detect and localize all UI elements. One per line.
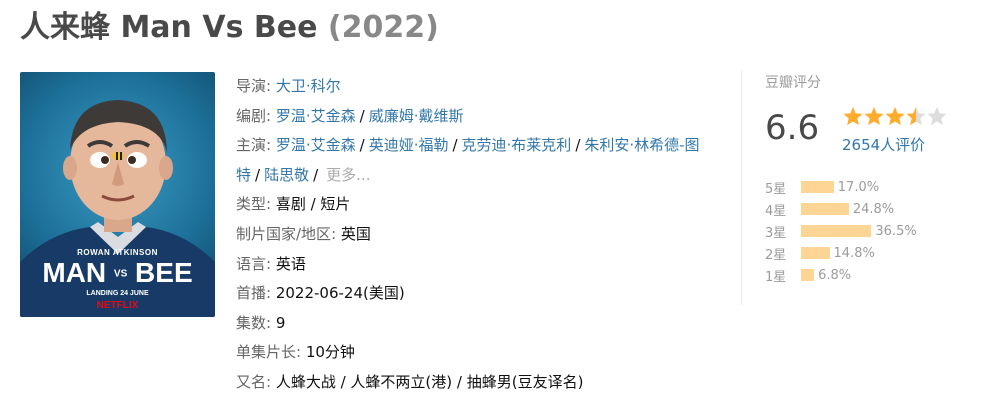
rating-bar-percent: 6.8% — [818, 267, 852, 283]
title-en: Man Vs Bee — [120, 10, 318, 45]
director-label: 导演 — [236, 77, 267, 95]
star-icon-1 — [843, 107, 863, 126]
rating-bar-percent: 36.5% — [875, 223, 917, 239]
rating-label: 豆瓣评分 — [765, 75, 821, 91]
star-icon-4 — [906, 107, 926, 126]
cast-link-3[interactable]: 克劳迪·布莱克利 — [462, 136, 572, 154]
genre-row: 类型: 喜剧 / 短片 — [236, 195, 351, 214]
rating-bar-row: 1星 6.8% — [765, 264, 917, 286]
page-title: 人来蜂 Man Vs Bee (2022) — [20, 4, 439, 52]
rating-bar-row: 5星 17.0% — [765, 176, 917, 198]
rating-breakdown: 5星 17.0% 4星 24.8% 3星 36.5% 2星 14.8% 1星 6.8% — [765, 176, 917, 286]
title-cn: 人来蜂 — [20, 10, 110, 45]
info-panel: 导演: 大卫·科尔 编剧: 罗温·艾金森 / 威廉姆·戴维斯 主演: 罗温·艾金森 /… — [236, 72, 716, 398]
rating-bar-row: 2星 14.8% — [765, 242, 917, 264]
cast-more-link[interactable]: 更多... — [322, 166, 370, 184]
episodes-row: 集数: 9 — [236, 313, 286, 332]
writer-link-1[interactable]: 罗温·艾金森 — [276, 107, 356, 125]
aka-value: 人蜂大战 / 人蜂不两立(港) / 抽蜂男(豆友译名) — [275, 372, 584, 391]
cast-link-1[interactable]: 罗温·艾金森 — [276, 136, 356, 154]
runtime-row: 单集片长: 10分钟 — [236, 343, 355, 362]
rating-bar-fill — [801, 181, 834, 193]
episodes-value: 9 — [275, 313, 286, 332]
star-icon-2 — [864, 107, 884, 126]
rating-bar-fill — [801, 225, 872, 237]
rating-score: 6.6 — [765, 108, 820, 148]
writer-row: 编剧: 罗温·艾金森 / 威廉姆·戴维斯 — [236, 106, 464, 125]
poster-tagline: LANDING 24 JUNE — [86, 290, 149, 297]
cast-label: 主演 — [236, 136, 267, 155]
poster-title-right: BEE — [135, 257, 193, 288]
premiere-row: 首播: 2022-06-24(美国) — [236, 284, 405, 303]
rating-bar-row: 4星 24.8% — [765, 198, 917, 220]
language-label: 语言 — [236, 254, 267, 273]
episodes-label: 集数 — [236, 313, 267, 332]
cast-link-5[interactable]: 陆思敬 — [264, 166, 309, 184]
rating-bar-percent: 17.0% — [837, 179, 880, 195]
runtime-label: 单集片长 — [236, 343, 297, 362]
star-icon-3 — [885, 107, 905, 126]
rating-bar-fill — [801, 247, 830, 259]
aka-row: 又名: 人蜂大战 / 人蜂不两立(港) / 抽蜂男(豆友译名) — [236, 372, 584, 391]
rating-bar-label: 1星 — [765, 269, 787, 285]
poster-actor: ROWAN ATKINSON — [77, 248, 158, 257]
runtime-value: 10分钟 — [305, 343, 355, 362]
rating-bar-percent: 24.8% — [852, 201, 895, 217]
star-icon-5 — [927, 107, 947, 126]
country-label: 制片国家/地区 — [236, 224, 332, 243]
aka-label: 又名 — [236, 372, 267, 391]
director-link[interactable]: 大卫·科尔 — [276, 77, 341, 95]
premiere-value: 2022-06-24(美国) — [275, 284, 405, 303]
writer-link-2[interactable]: 威廉姆·戴维斯 — [369, 107, 464, 125]
rating-bar-fill — [801, 203, 849, 215]
cast-row: 主演: 罗温·艾金森 / 英迪娅·福勒 / 克劳迪·布莱克利 / 朱利安·林希德-图特 / 陆思… — [236, 136, 700, 184]
rating-bar-label: 5星 — [765, 181, 787, 197]
rating-bar-row: 3星 36.5% — [765, 220, 917, 242]
rating-count-link[interactable]: 2654人评价 — [842, 134, 925, 155]
poster-logo: MAN VS BEE — [20, 258, 215, 290]
star-icons — [843, 107, 947, 126]
poster-title-vs: VS — [113, 268, 128, 280]
genre-value: 喜剧 / 短片 — [275, 195, 351, 214]
rating-bar-label: 2星 — [765, 247, 787, 263]
netflix-logo: NETFLIX — [96, 300, 139, 311]
country-value: 英国 — [340, 224, 371, 243]
poster-title-left: MAN — [42, 257, 107, 288]
title-year: (2022) — [327, 10, 439, 45]
writer-label: 编剧 — [236, 106, 267, 125]
cast-link-2[interactable]: 英迪娅·福勒 — [369, 136, 449, 154]
rating-stars — [842, 106, 952, 132]
country-row: 制片国家/地区: 英国 — [236, 224, 371, 243]
rating-bar-percent: 14.8% — [833, 245, 875, 261]
rating-bar-label: 4星 — [765, 203, 787, 219]
language-value: 英语 — [275, 254, 306, 273]
poster[interactable]: ROWAN ATKINSON MAN VS BEE LANDING 24 JUN… — [20, 72, 215, 317]
language-row: 语言: 英语 — [236, 254, 306, 273]
rating-panel: 豆瓣评分 6.6 2654人评价 5星 17.0% 4星 24.8% 3星 36.5% 2星… — [741, 70, 971, 305]
genre-label: 类型 — [236, 195, 267, 214]
premiere-label: 首播 — [236, 284, 267, 303]
rating-bar-label: 3星 — [765, 225, 787, 241]
director-row: 导演: 大卫·科尔 — [236, 77, 341, 95]
rating-bar-fill — [801, 269, 815, 281]
